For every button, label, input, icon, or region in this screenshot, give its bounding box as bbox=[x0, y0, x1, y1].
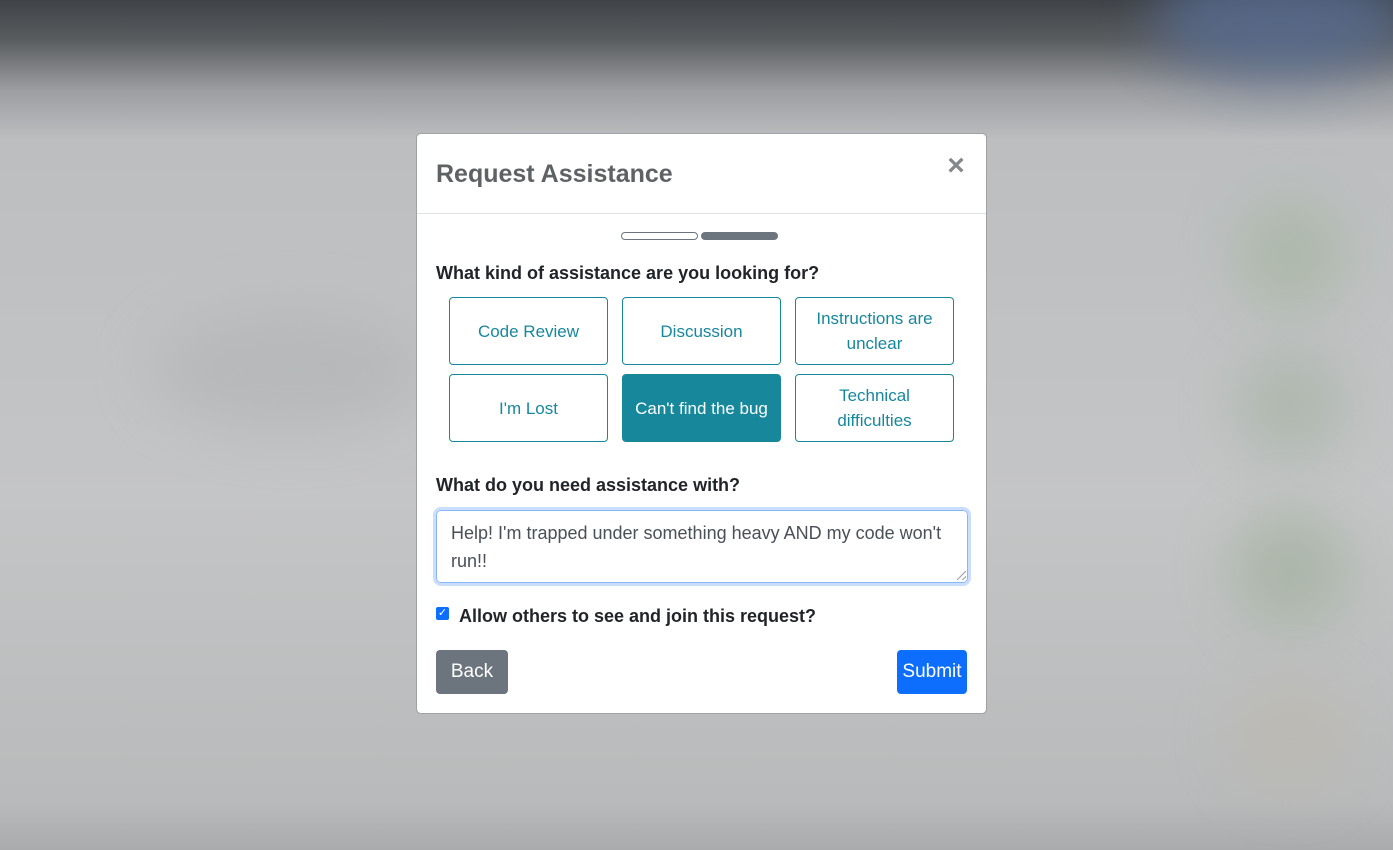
request-assistance-modal: Request Assistance × What kind of assist… bbox=[416, 133, 987, 714]
back-button[interactable]: Back bbox=[436, 650, 508, 694]
submit-button[interactable]: Submit bbox=[897, 650, 967, 694]
option-im-lost[interactable]: I'm Lost bbox=[449, 374, 608, 442]
allow-others-label: Allow others to see and join this reques… bbox=[459, 606, 817, 626]
modal-title: Request Assistance bbox=[436, 160, 673, 188]
step-indicator bbox=[621, 232, 781, 240]
resize-handle-icon[interactable] bbox=[957, 571, 966, 580]
close-icon[interactable]: × bbox=[944, 151, 968, 181]
blurred-background-shape bbox=[150, 310, 430, 430]
blurred-background-shape bbox=[1235, 200, 1345, 310]
details-label: What do you need assistance with? bbox=[436, 475, 741, 495]
details-textarea[interactable]: Help! I'm trapped under something heavy … bbox=[436, 510, 968, 583]
blurred-background-shape bbox=[1230, 510, 1350, 630]
blurred-background-shape bbox=[1230, 680, 1350, 790]
option-code-review[interactable]: Code Review bbox=[449, 297, 608, 365]
option-technical-difficulties[interactable]: Technical difficulties bbox=[795, 374, 954, 442]
blurred-background-shape bbox=[1235, 350, 1345, 460]
blurred-background-shape bbox=[1150, 0, 1393, 80]
step-1-indicator bbox=[621, 232, 698, 240]
modal-header: Request Assistance × bbox=[417, 134, 986, 214]
option-instructions-unclear[interactable]: Instructions are unclear bbox=[795, 297, 954, 365]
allow-others-checkbox[interactable]: ✓ bbox=[436, 607, 449, 620]
option-cant-find-bug[interactable]: Can't find the bug bbox=[622, 374, 781, 442]
assistance-type-label: What kind of assistance are you looking … bbox=[436, 263, 820, 283]
option-discussion[interactable]: Discussion bbox=[622, 297, 781, 365]
step-2-indicator bbox=[701, 232, 778, 240]
